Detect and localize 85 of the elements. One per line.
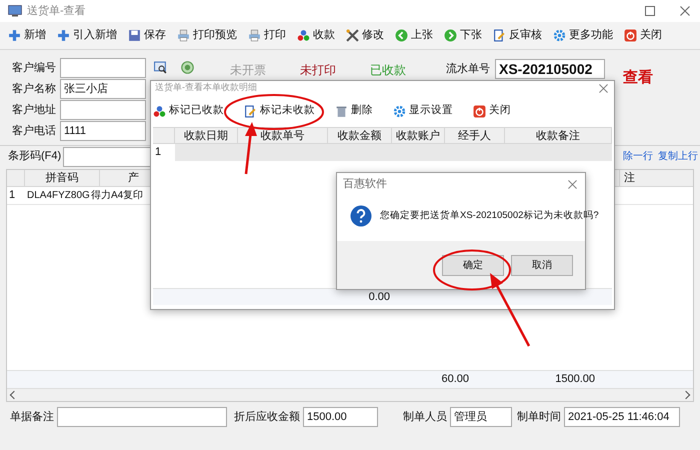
column-header: 收款金额: [328, 128, 392, 143]
field-label: 制单人员: [403, 410, 447, 425]
window-app-icon: [8, 5, 22, 17]
plus-icon: [8, 29, 21, 42]
field-label: 客户编号: [12, 60, 57, 76]
customer-field[interactable]: [60, 100, 146, 120]
status-label: 未开票: [230, 62, 266, 79]
time-field[interactable]: 2021-05-25 11:46:04: [564, 407, 680, 427]
toolbar-button[interactable]: 收款: [297, 27, 335, 44]
trash-icon: [335, 104, 348, 118]
column-header: 收款备注: [505, 128, 612, 143]
field-label: 单据备注: [10, 410, 54, 425]
table-cell-text: DLA4FYZ80G: [26, 189, 91, 203]
field-label: 客户名称: [12, 82, 57, 97]
customer-field[interactable]: [60, 58, 146, 78]
total-cell-text: 60.00: [440, 372, 469, 388]
pointer-arrow: [243, 120, 259, 176]
tools-icon: [346, 29, 359, 42]
customer-field[interactable]: 1111: [60, 121, 146, 141]
toolbar-button[interactable]: 修改: [346, 27, 384, 44]
search-icon[interactable]: [154, 61, 167, 74]
serial-number-field[interactable]: XS-202105002: [495, 59, 605, 79]
left-arrow-circle-icon: [395, 29, 408, 42]
toolbar-button[interactable]: 下张: [444, 27, 482, 44]
close-icon[interactable]: [599, 84, 608, 92]
dialog-title: 送货单-查看本单收款明细: [155, 81, 258, 94]
circle-target-icon[interactable]: [181, 61, 194, 74]
dialog-toolbar-button[interactable]: 标记已收款: [153, 103, 224, 119]
confirm-message: 您确定要把送货单XS-202105002标记为未收款吗?: [380, 208, 599, 223]
customer-field[interactable]: 张三小店: [60, 79, 146, 99]
right-arrow-circle-icon: [444, 29, 457, 42]
column-header: 拼音码: [25, 170, 100, 186]
table-cell-text: 得力A4复印: [91, 188, 144, 203]
dialog-toolbar-button[interactable]: 显示设置: [393, 103, 453, 119]
maximize-icon[interactable]: [645, 6, 655, 16]
printer-icon: [248, 29, 261, 42]
document-pen-icon: [493, 29, 506, 42]
total-cell-text: 0.00: [368, 290, 390, 305]
toolbar-button[interactable]: 更多功能: [553, 27, 613, 44]
column-header: 经手人: [445, 128, 505, 143]
printer-icon: [177, 29, 190, 42]
window-title: 送货单-查看: [27, 4, 86, 19]
settings-icon: [553, 29, 566, 42]
toolbar-button[interactable]: 引入新增: [57, 27, 117, 44]
toolbar-button[interactable]: 反审核: [493, 27, 542, 44]
column-header: 注: [623, 170, 636, 186]
status-label: 已收款: [370, 62, 406, 79]
toolbar-button[interactable]: 新增: [8, 27, 46, 44]
total-cell-text: 1500.00: [554, 372, 595, 388]
plus-icon: [57, 29, 70, 42]
dialog-toolbar-button[interactable]: 关闭: [473, 103, 511, 119]
toolbar-button[interactable]: 上张: [395, 27, 433, 44]
maker-field[interactable]: 管理员: [450, 407, 512, 427]
document-pen-icon: [244, 104, 257, 118]
status-label: 未打印: [300, 62, 336, 79]
field-label: 流水单号: [446, 62, 490, 77]
amount-field[interactable]: 1500.00: [303, 407, 378, 427]
column-header: 收款账户: [392, 128, 445, 143]
close-icon: [624, 29, 637, 42]
field-label: 客户电话: [12, 124, 57, 139]
row-action-link[interactable]: 复制上行: [658, 149, 698, 164]
settings-icon: [393, 104, 406, 118]
note-field[interactable]: [57, 407, 227, 427]
row-number: 1: [8, 188, 16, 204]
field-label: 折后应收金额: [234, 410, 300, 425]
close-icon[interactable]: [568, 180, 577, 188]
question-icon: [350, 205, 372, 227]
close-icon[interactable]: [680, 6, 690, 16]
field-label: 客户地址: [12, 102, 57, 118]
dialog-toolbar-button[interactable]: 删除: [335, 103, 373, 119]
mode-label: 查看: [623, 68, 653, 85]
toolbar-button[interactable]: 打印: [248, 27, 286, 44]
field-label: 条形码(F4): [8, 149, 62, 164]
toolbar-button[interactable]: 保存: [128, 27, 166, 44]
dialog-button[interactable]: 取消: [511, 254, 573, 276]
horizontal-scrollbar[interactable]: [7, 388, 693, 401]
dialog-button[interactable]: 确定: [442, 254, 504, 276]
close-icon: [473, 104, 486, 118]
row-action-link[interactable]: 除一行: [623, 149, 653, 164]
colored-balls-icon: [153, 104, 166, 118]
colored-balls-icon: [297, 29, 310, 42]
toolbar-button[interactable]: 关闭: [624, 27, 662, 44]
toolbar-button[interactable]: 打印预览: [177, 27, 237, 44]
column-header: 收款日期: [175, 128, 238, 143]
field-label: 制单时间: [517, 410, 561, 425]
